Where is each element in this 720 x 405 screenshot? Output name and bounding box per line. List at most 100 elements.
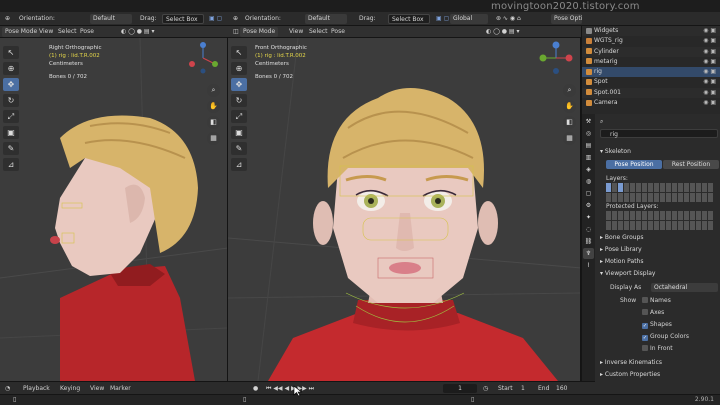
annotate-tool-icon[interactable]: ✎ [3, 142, 19, 155]
visibility-icon[interactable]: ◉ ▣ [703, 57, 716, 67]
visibility-icon[interactable]: ◉ ▣ [703, 98, 716, 108]
cursor-icon[interactable]: ⊕ [231, 62, 247, 75]
grid-icon[interactable]: ▦ [563, 132, 576, 145]
outliner-item[interactable]: Spot ◉ ▣ [582, 77, 720, 87]
scene-tab-icon[interactable]: ◈ [583, 164, 594, 175]
viewport-shading-icons-right[interactable]: ◐ ◯ ● ▤ ▾ [483, 27, 523, 37]
outliner-item[interactable]: Cylinder ◉ ▣ [582, 46, 720, 57]
physics-tab-icon[interactable]: ◌ [583, 224, 594, 235]
menu-view-left[interactable]: View [36, 27, 56, 37]
menu-select-right[interactable]: Select [306, 27, 331, 37]
orientation2-dropdown[interactable]: Default [305, 14, 347, 24]
measure-tool-icon[interactable]: ⊿ [3, 158, 19, 171]
annotate-tool-icon[interactable]: ✎ [231, 142, 247, 155]
protected-layers-grid[interactable] [606, 211, 713, 220]
current-frame-field[interactable]: 1 [443, 384, 477, 393]
armature-tab-icon[interactable]: ♆ [583, 248, 594, 259]
start-value[interactable]: 1 [518, 384, 528, 393]
pan-hand-icon-left[interactable]: ✋ [207, 100, 220, 113]
rotate-tool-icon[interactable]: ↻ [231, 94, 247, 107]
visibility-icon[interactable]: ◉ ▣ [703, 47, 716, 57]
layers-grid-row2[interactable] [606, 193, 713, 202]
navigation-gizmo-left[interactable] [188, 40, 218, 76]
move-tool-icon[interactable]: ✥ [3, 78, 19, 91]
clock-icon[interactable]: ◷ [480, 384, 491, 393]
transform-tool-icon[interactable]: ▣ [231, 126, 247, 139]
right-3d-viewport[interactable]: Front Orthographic (1) rig : lid.T.R.002… [228, 38, 581, 381]
orientation-dropdown[interactable]: Default [90, 14, 132, 24]
rotate-tool-icon[interactable]: ↻ [3, 94, 19, 107]
view-layer-tab-icon[interactable]: ▥ [583, 152, 594, 163]
motion-paths-section[interactable]: ▸ Motion Paths [600, 257, 718, 266]
viewport-display-section[interactable]: ▾ Viewport Display [600, 269, 718, 278]
pivot-icons[interactable]: ⊛ ∿ ◉ ⌂ [493, 14, 524, 24]
grid-icon-left[interactable]: ▦ [207, 132, 220, 145]
visibility-icon[interactable]: ◉ ▣ [703, 67, 716, 77]
output-tab-icon[interactable]: ▤ [583, 140, 594, 151]
playback-menu[interactable]: Playback [20, 384, 53, 393]
cursor-icon[interactable]: ⊕ [3, 62, 19, 75]
show-group-colors-checkbox[interactable]: ✓ Group Colors [642, 332, 718, 341]
visibility-icon[interactable]: ◉ ▣ [703, 88, 716, 98]
transform-tool-icon[interactable]: ▣ [3, 126, 19, 139]
pose-options-dropdown[interactable]: Pose Opti [551, 14, 582, 24]
visibility-icon[interactable]: ◉ ▣ [703, 77, 716, 87]
search-icon[interactable]: ⌕ [600, 118, 603, 125]
cursor-tool-icon-2[interactable]: ⊕ [230, 14, 241, 24]
visibility-icon[interactable]: ◉ ▣ [703, 36, 716, 46]
playback-controls-icons[interactable]: ⏮ ◀◀ ◀ ▶ ▶▶ ⏭ [263, 384, 317, 393]
mode-dropdown-left[interactable]: Pose Mode [2, 27, 41, 37]
timeline-editor-icon[interactable]: ◔ [2, 384, 13, 393]
render-tab-icon[interactable]: ◎ [583, 128, 594, 139]
zoom-icon-left[interactable]: ⌕ [207, 84, 220, 97]
bone-groups-section[interactable]: ▸ Bone Groups [600, 233, 718, 242]
drag2-dropdown[interactable]: Select Box [388, 14, 430, 24]
measure-tool-icon[interactable]: ⊿ [231, 158, 247, 171]
skeleton-section-header[interactable]: ▾ Skeleton [600, 147, 718, 156]
custom-properties-section[interactable]: ▸ Custom Properties [600, 370, 718, 379]
show-names-checkbox[interactable]: Names [642, 296, 718, 305]
scale-tool-icon[interactable]: ⤢ [231, 110, 247, 123]
outliner-item[interactable]: Spot.001 ◉ ▣ [582, 87, 720, 99]
world-tab-icon[interactable]: ◍ [583, 176, 594, 187]
marker-menu[interactable]: Marker [107, 384, 134, 393]
constraints-tab-icon[interactable]: ⛓ [583, 236, 594, 247]
view-menu[interactable]: View [87, 384, 107, 393]
outliner-item-selected[interactable]: rig ◉ ▣ [582, 67, 720, 78]
select-tool-icon[interactable]: ↖ [3, 46, 19, 59]
show-axes-checkbox[interactable]: Axes [642, 308, 718, 317]
cursor-tool-icon[interactable]: ⊕ [2, 14, 13, 24]
inverse-kinematics-section[interactable]: ▸ Inverse Kinematics [600, 358, 718, 367]
camera-icon[interactable]: ◧ [563, 116, 576, 129]
select-tool-icon[interactable]: ↖ [231, 46, 247, 59]
end-value[interactable]: 160 [553, 384, 570, 393]
move-tool-icon[interactable]: ✥ [231, 78, 247, 91]
layers-grid[interactable] [606, 183, 713, 192]
rest-position-button[interactable]: Rest Position [663, 160, 719, 169]
object-tab-icon[interactable]: ▢ [583, 188, 594, 199]
menu-pose-left[interactable]: Pose [77, 27, 97, 37]
visibility-icon[interactable]: ◉ ▣ [703, 26, 716, 36]
bone-tab-icon[interactable]: ⌇ [583, 260, 594, 271]
record-icon[interactable]: ● [250, 384, 261, 393]
protected-layers-grid-row2[interactable] [606, 221, 713, 230]
camera-icon-left[interactable]: ◧ [207, 116, 220, 129]
select-mode-icons[interactable]: ▣ ▢ [206, 14, 225, 24]
pose-library-section[interactable]: ▸ Pose Library [600, 245, 718, 254]
particles-tab-icon[interactable]: ✦ [583, 212, 594, 223]
zoom-icon[interactable]: ⌕ [563, 84, 576, 97]
mode-dropdown-right[interactable]: Pose Mode [240, 27, 279, 37]
outliner-item[interactable]: WGTS_rig ◉ ▣ [582, 36, 720, 46]
scale-tool-icon[interactable]: ⤢ [3, 110, 19, 123]
pan-hand-icon[interactable]: ✋ [563, 100, 576, 113]
viewport-shading-icons-left[interactable]: ◐ ◯ ● ▤ ▾ [118, 27, 158, 37]
menu-view-right[interactable]: View [286, 27, 306, 37]
navigation-gizmo[interactable] [538, 40, 574, 76]
show-shapes-checkbox[interactable]: ✓ Shapes [642, 320, 718, 329]
object-name-field[interactable]: rig [600, 129, 718, 138]
keying-menu[interactable]: Keying [57, 384, 83, 393]
modifier-tab-icon[interactable]: ⚙ [583, 200, 594, 211]
left-3d-viewport[interactable]: Right Orthographic (1) rig : lid.T.R.002… [0, 38, 228, 381]
menu-select-left[interactable]: Select [55, 27, 80, 37]
outliner-item[interactable]: Camera ◉ ▣ [582, 98, 720, 108]
